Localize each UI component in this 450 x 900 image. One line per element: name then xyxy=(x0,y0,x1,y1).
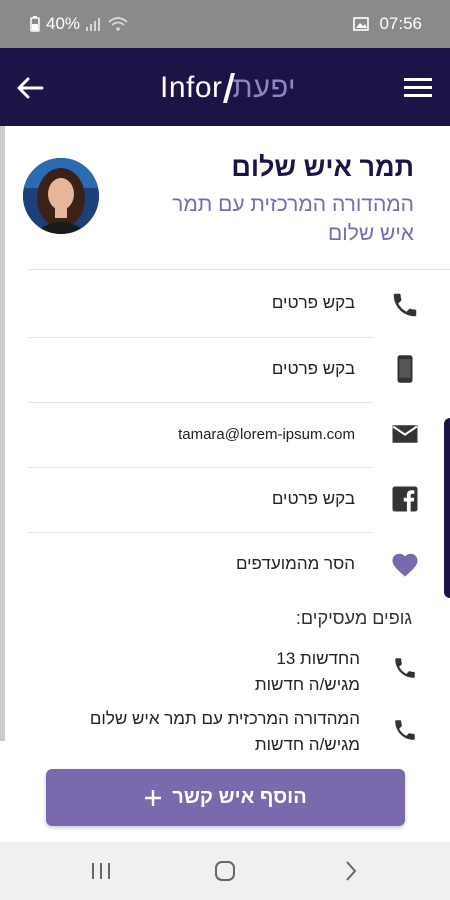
add-contact-label: הוסף איש קשר xyxy=(172,786,307,808)
phone-icon[interactable] xyxy=(392,655,418,681)
image-notification-icon xyxy=(353,17,370,31)
mobile-label: בקש פרטים xyxy=(271,359,355,378)
mobile-row[interactable]: בקש פרטים xyxy=(28,339,373,403)
employer-item[interactable]: החדשות 13 מגיש/ה חדשות xyxy=(255,646,360,698)
battery-level: 40% xyxy=(46,14,81,33)
contact-subtitle: המהדורה המרכזית עם תמר איש שלום xyxy=(172,193,414,245)
employer-name: המהדורה המרכזית עם תמר איש שלום xyxy=(89,709,360,728)
side-drawer-handle[interactable] xyxy=(444,418,450,598)
recent-apps-icon xyxy=(92,863,110,879)
logo-hebrew: יפעת xyxy=(232,71,297,104)
app-logo: Infor יפעת xyxy=(160,68,296,108)
divider xyxy=(28,532,373,533)
envelope-icon[interactable] xyxy=(390,419,420,449)
add-contact-button[interactable]: הוסף איש קשר xyxy=(46,769,405,826)
phone-label: בקש פרטים xyxy=(271,293,355,312)
facebook-row[interactable]: בקש פרטים xyxy=(28,469,373,533)
contact-name: תמר איש שלום xyxy=(231,152,414,182)
favorite-row[interactable]: הסר מהמועדפים xyxy=(28,534,373,598)
system-nav-bar xyxy=(0,842,450,900)
employers-title: גופים מעסיקים: xyxy=(295,608,412,628)
email-label: tamara@lorem-ipsum.com xyxy=(178,426,355,443)
chevron-right-icon xyxy=(346,861,357,881)
employer-role: מגיש/ה חדשות xyxy=(254,675,360,694)
avatar xyxy=(23,158,99,234)
signal-icon xyxy=(86,18,101,31)
email-row[interactable]: tamara@lorem-ipsum.com xyxy=(28,404,373,468)
phone-icon[interactable] xyxy=(392,717,418,743)
heart-icon[interactable] xyxy=(390,550,420,580)
arrow-left-icon xyxy=(17,77,44,99)
facebook-icon[interactable] xyxy=(390,484,420,514)
status-left: 40% xyxy=(30,14,128,34)
battery-icon xyxy=(30,16,40,32)
status-bar: 40% 07:56 xyxy=(0,0,450,48)
employer-name: החדשות 13 xyxy=(276,649,360,668)
mobile-phone-icon[interactable] xyxy=(390,354,420,384)
employer-role: מגיש/ה חדשות xyxy=(254,735,360,754)
avatar-photo xyxy=(23,158,99,234)
system-back-button[interactable] xyxy=(338,858,364,884)
facebook-label: בקש פרטים xyxy=(271,489,355,508)
divider xyxy=(28,402,373,403)
divider xyxy=(28,269,450,270)
divider xyxy=(28,337,373,338)
status-right: 07:56 xyxy=(353,14,422,34)
phone-row[interactable]: בקש פרטים xyxy=(28,273,373,337)
hamburger-menu-icon xyxy=(404,78,432,97)
favorite-label: הסר מהמועדפים xyxy=(235,554,355,573)
home-icon xyxy=(215,861,235,881)
recent-apps-button[interactable] xyxy=(88,858,114,884)
home-button[interactable] xyxy=(212,858,238,884)
app-bar: Infor יפעת xyxy=(0,48,450,126)
clock: 07:56 xyxy=(379,14,422,33)
back-button[interactable] xyxy=(14,72,46,104)
wifi-icon xyxy=(108,17,128,31)
phone-icon[interactable] xyxy=(390,290,420,320)
employer-item[interactable]: המהדורה המרכזית עם תמר איש שלום מגיש/ה ח… xyxy=(90,706,360,758)
logo-latin: Infor xyxy=(160,71,223,104)
divider xyxy=(28,467,373,468)
plus-icon xyxy=(145,789,162,806)
menu-button[interactable] xyxy=(404,76,434,100)
profile-header: תמר איש שלום המהדורה המרכזית עם תמר איש … xyxy=(0,126,450,271)
